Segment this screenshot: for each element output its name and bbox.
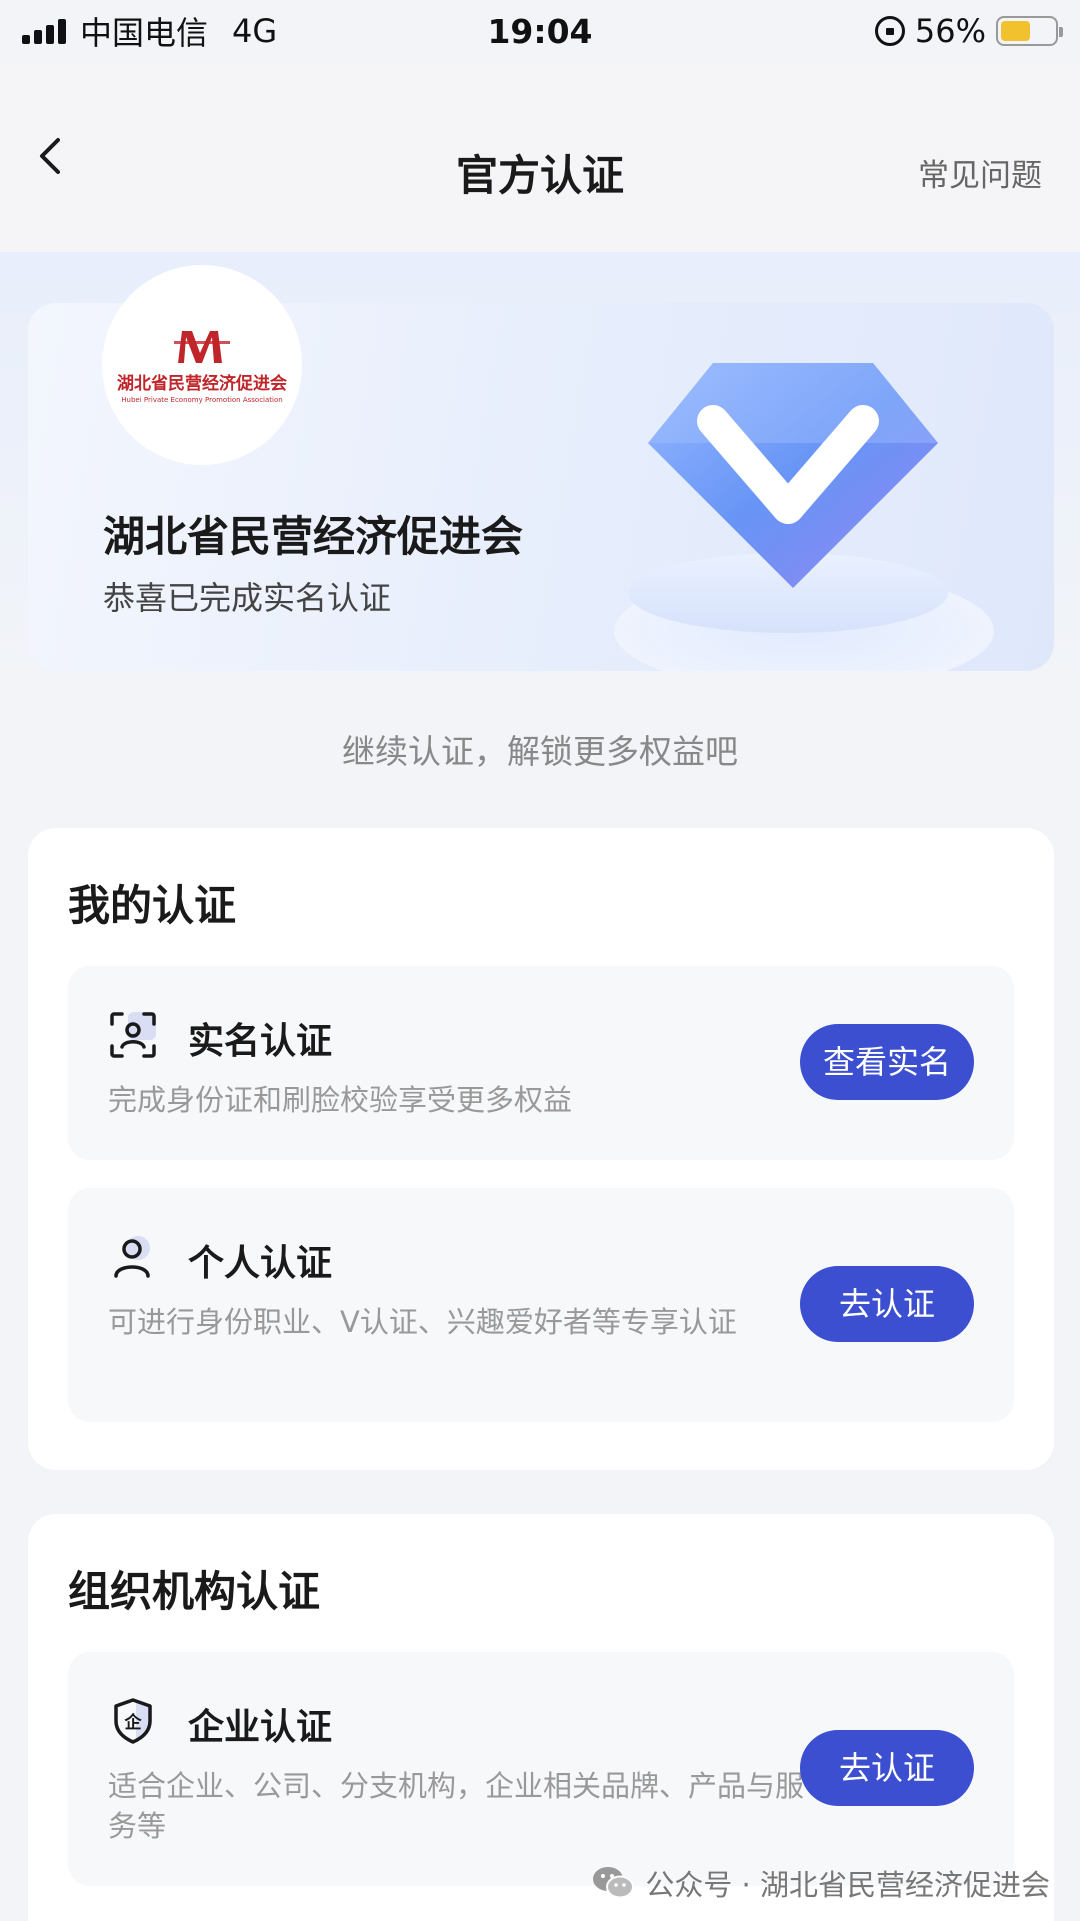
section-title: 我的认证 — [68, 881, 237, 930]
carrier-name: 中国电信 — [80, 14, 209, 52]
logo-text-cn: 湖北省民营经济促进会 — [117, 373, 287, 394]
section-title: 组织机构认证 — [68, 1567, 321, 1616]
enterprise-shield-icon: 企 — [114, 1698, 152, 1744]
battery-percent: 56% — [914, 12, 986, 50]
nav-bar: 官方认证 常见问题 — [0, 62, 1080, 252]
item-description: 可进行身份职业、V认证、兴趣爱好者等专享认证 — [108, 1305, 737, 1339]
item-description: 适合企业、公司、分支机构，企业相关品牌、产品与服务等 — [108, 1769, 805, 1843]
item-description: 完成身份证和刷脸校验享受更多权益 — [108, 1083, 573, 1117]
org-logo-mark-icon — [174, 330, 230, 363]
continue-tip: 继续认证，解锁更多权益吧 — [342, 732, 738, 771]
list-item-personal[interactable]: 个人认证 可进行身份职业、V认证、兴趣爱好者等专享认证 去认证 — [68, 1188, 1014, 1422]
network-type: 4G — [232, 12, 278, 50]
rotation-lock-icon — [874, 16, 905, 46]
org-name: 湖北省民营经济促进会 — [103, 512, 524, 561]
item-title: 个人认证 — [188, 1243, 333, 1284]
verified-status-text: 恭喜已完成实名认证 — [103, 579, 392, 617]
my-cert-section: 我的认证 实名认证 完成身份证和刷脸校验享受更多权益 查看实名 个人认证 可进行… — [28, 828, 1054, 1470]
enterprise-cert-button[interactable]: 去认证 — [800, 1730, 974, 1806]
logo-text-en: Hubei Private Economy Promotion Associat… — [121, 395, 283, 404]
list-item-real-name[interactable]: 实名认证 完成身份证和刷脸校验享受更多权益 查看实名 — [68, 966, 1014, 1160]
person-icon — [114, 1236, 150, 1278]
item-title: 企业认证 — [188, 1707, 333, 1748]
org-avatar: 湖北省民营经济促进会 Hubei Private Economy Promoti… — [102, 265, 302, 465]
svg-text:企: 企 — [124, 1712, 143, 1733]
faq-link[interactable]: 常见问题 — [918, 150, 1042, 195]
item-title: 实名认证 — [188, 1021, 333, 1062]
personal-cert-button[interactable]: 去认证 — [800, 1266, 974, 1342]
v-badge-icon — [628, 363, 948, 633]
list-item-enterprise[interactable]: 企 企业认证 适合企业、公司、分支机构，企业相关品牌、产品与服务等 去认证 — [68, 1652, 1014, 1886]
wechat-icon — [593, 1867, 635, 1899]
wechat-watermark: 公众号 · 湖北省民营经济促进会 — [591, 1862, 1050, 1904]
signal-strength-icon — [22, 18, 66, 44]
watermark-text: 公众号 · 湖北省民营经济促进会 — [645, 1868, 1050, 1902]
status-bar: 中国电信 4G 19:04 56% — [0, 0, 1080, 62]
battery-icon — [996, 16, 1063, 46]
face-scan-icon — [110, 1012, 156, 1058]
org-cert-section: 组织机构认证 企 企业认证 适合企业、公司、分支机构，企业相关品牌、产品与服务等… — [28, 1514, 1054, 1921]
view-real-name-button[interactable]: 查看实名 — [800, 1024, 974, 1100]
